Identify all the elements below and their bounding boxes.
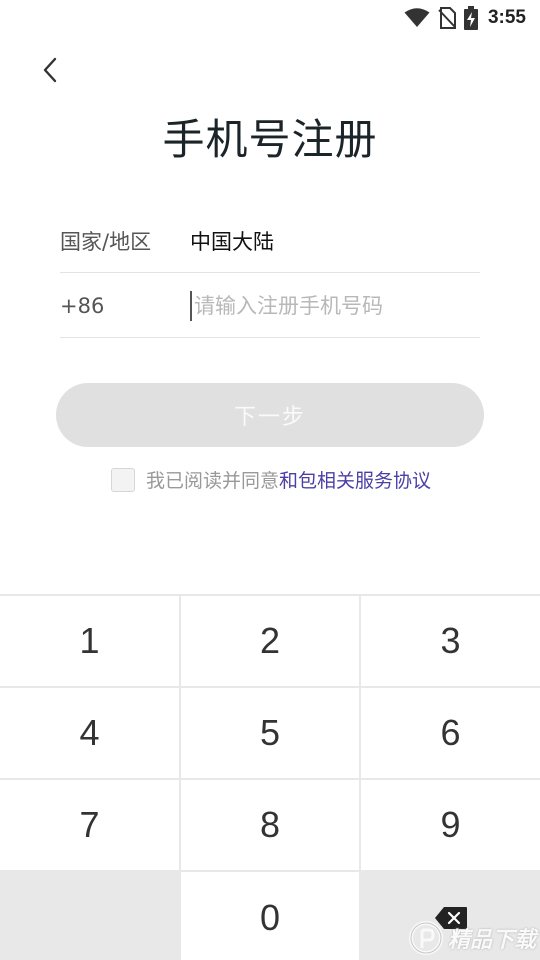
key-5[interactable]: 5 <box>181 688 359 778</box>
wifi-icon <box>404 8 430 27</box>
text-cursor <box>190 290 192 321</box>
battery-charging-icon <box>463 6 478 30</box>
status-icons: 3:55 <box>404 5 526 31</box>
key-blank <box>0 872 179 960</box>
service-agreement-link[interactable]: 和包相关服务协议 <box>279 466 431 493</box>
country-region-value: 中国大陆 <box>190 229 274 254</box>
key-4[interactable]: 4 <box>0 688 179 778</box>
status-time: 3:55 <box>487 7 526 28</box>
phone-row: +86 <box>60 274 480 338</box>
watermark-text: 精品下载 <box>447 928 536 953</box>
key-7[interactable]: 7 <box>0 780 179 870</box>
watermark-logo-icon <box>408 921 443 955</box>
numeric-keypad: 1 2 3 4 5 6 7 8 9 0 <box>0 594 540 960</box>
agreement-text: 我已阅读并同意 <box>145 470 279 492</box>
key-8[interactable]: 8 <box>181 780 359 870</box>
key-0[interactable]: 0 <box>181 872 359 960</box>
status-bar: 3:55 <box>0 0 540 36</box>
no-sim-icon <box>438 7 456 29</box>
key-6[interactable]: 6 <box>361 688 540 778</box>
next-button[interactable]: 下一步 <box>56 383 484 447</box>
page-title: 手机号注册 <box>162 115 378 164</box>
back-button[interactable] <box>30 50 70 90</box>
country-code: +86 <box>60 293 105 318</box>
key-1[interactable]: 1 <box>0 596 179 686</box>
key-2[interactable]: 2 <box>181 596 359 686</box>
country-region-row[interactable]: 国家/地区 中国大陆 <box>60 209 480 273</box>
key-3[interactable]: 3 <box>361 596 540 686</box>
phone-input[interactable] <box>194 293 474 318</box>
key-9[interactable]: 9 <box>361 780 540 870</box>
agreement-row: 我已阅读并同意 和包相关服务协议 <box>0 466 540 493</box>
agreement-checkbox[interactable] <box>110 467 135 492</box>
country-region-label: 国家/地区 <box>60 229 152 254</box>
chevron-left-icon <box>43 57 57 83</box>
watermark: 精品下载 <box>408 920 536 956</box>
